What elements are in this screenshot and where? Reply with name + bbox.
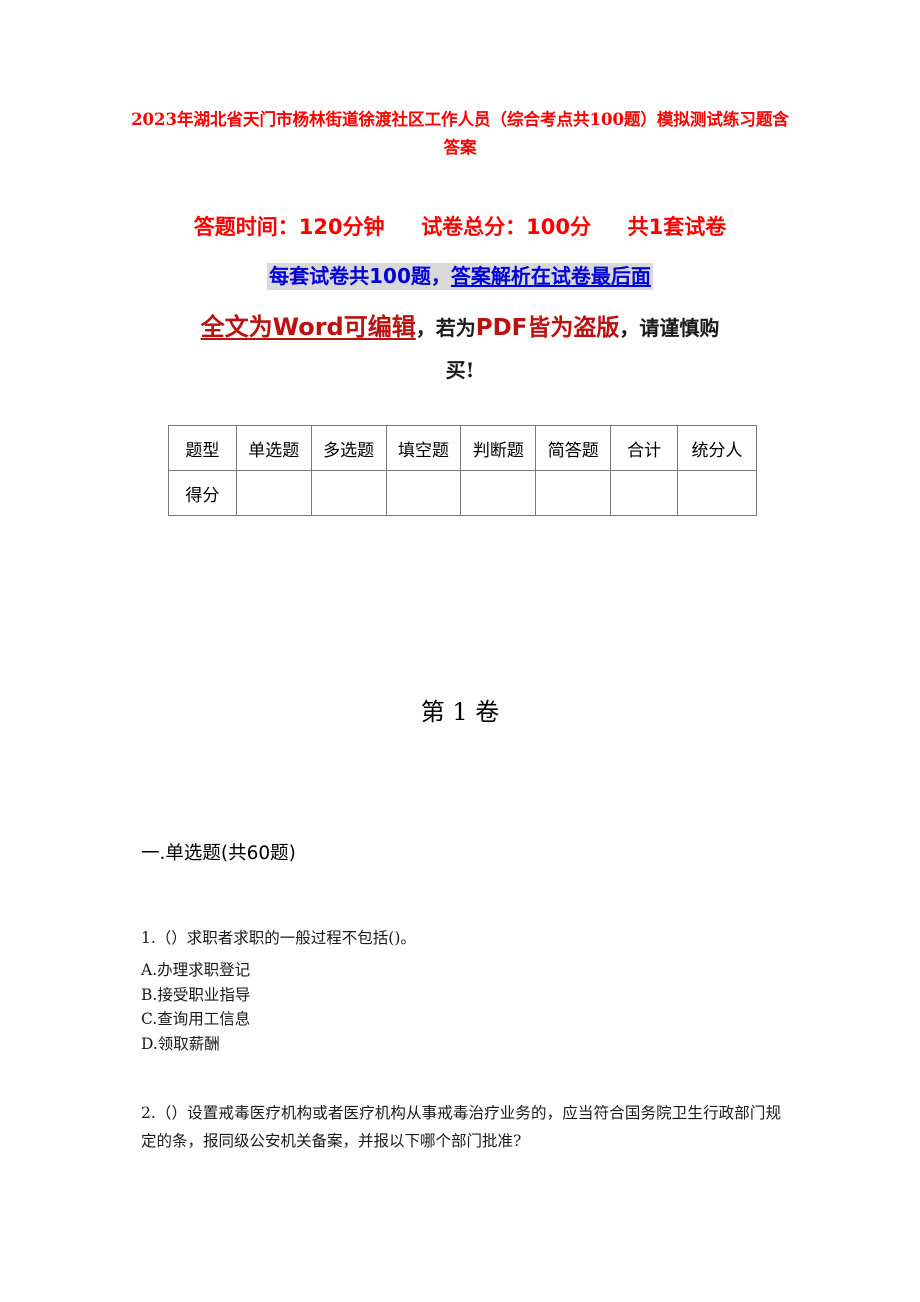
option-c[interactable]: C.查询用工信息 <box>141 1007 781 1032</box>
table-header-cell: 题型 <box>168 425 237 471</box>
table-header-cell: 填空题 <box>385 425 462 471</box>
format-notice-tail: ，请谨慎购 <box>619 316 720 340</box>
question-count-text: 每套试卷共100题， <box>269 264 451 288</box>
word-editable-notice: 全文为Word可编辑 <box>200 313 416 341</box>
document-page: 2023年湖北省天门市杨林街道徐渡社区工作人员（综合考点共100题）模拟测试练习… <box>0 0 920 1302</box>
score-cell[interactable] <box>310 470 387 516</box>
section-heading-single-choice: 一.单选题(共60题) <box>141 843 296 864</box>
pdf-piracy-notice: PDF皆为盗版 <box>475 315 620 341</box>
question-item: 2.（）设置戒毒医疗机构或者医疗机构从事戒毒治疗业务的，应当符合国务院卫生行政部… <box>141 1099 781 1155</box>
question-stem: 1.（）求职者求职的一般过程不包括()。 <box>141 929 416 947</box>
format-notice-last-line: 买! <box>445 358 475 382</box>
option-b[interactable]: B.接受职业指导 <box>141 983 781 1008</box>
table-row: 得分 <box>168 470 757 516</box>
question-stem: 2.（）设置戒毒医疗机构或者医疗机构从事戒毒治疗业务的，应当符合国务院卫生行政部… <box>141 1104 781 1150</box>
answer-analysis-link[interactable]: 答案解析在试卷最后面 <box>451 264 651 288</box>
page-title: 2023年湖北省天门市杨林街道徐渡社区工作人员（综合考点共100题）模拟测试练习… <box>131 110 789 157</box>
option-d[interactable]: D.领取薪酬 <box>141 1032 781 1057</box>
exam-duration: 答题时间：120分钟 <box>193 215 385 239</box>
score-cell[interactable] <box>460 470 537 516</box>
score-cell[interactable] <box>677 470 757 516</box>
score-cell[interactable] <box>535 470 612 516</box>
question-item: 1.（）求职者求职的一般过程不包括()。 A.办理求职登记 B.接受职业指导 C… <box>141 924 781 1056</box>
score-row-label: 得分 <box>168 470 237 516</box>
table-header-cell: 统分人 <box>677 425 757 471</box>
table-header-cell: 简答题 <box>535 425 612 471</box>
exam-info-line: 答题时间：120分钟 试卷总分：100分 共1套试卷 <box>110 212 810 242</box>
volume-heading: 第 1 卷 <box>420 698 500 726</box>
highlighted-note: 每套试卷共100题，答案解析在试卷最后面 <box>267 263 653 290</box>
table-header-cell: 判断题 <box>460 425 537 471</box>
format-notice-line: 全文为Word可编辑，若为PDF皆为盗版，请谨慎购 <box>110 309 810 353</box>
question-options: A.办理求职登记 B.接受职业指导 C.查询用工信息 D.领取薪酬 <box>141 958 781 1056</box>
table-header-cell: 多选题 <box>310 425 387 471</box>
format-notice-mid: ，若为 <box>415 316 476 340</box>
exam-total-score: 试卷总分：100分 <box>421 215 592 239</box>
table-row-header: 题型 单选题 多选题 填空题 判断题 简答题 合计 统分人 <box>168 425 757 471</box>
score-cell[interactable] <box>610 470 679 516</box>
table-header-cell: 单选题 <box>235 425 312 471</box>
answer-location-note: 每套试卷共100题，答案解析在试卷最后面 <box>110 262 810 290</box>
option-a[interactable]: A.办理求职登记 <box>141 958 781 983</box>
score-cell[interactable] <box>385 470 462 516</box>
score-table: 题型 单选题 多选题 填空题 判断题 简答题 合计 统分人 得分 <box>168 425 757 516</box>
exam-paper-count: 共1套试卷 <box>627 215 727 239</box>
score-cell[interactable] <box>235 470 312 516</box>
table-header-cell: 合计 <box>610 425 679 471</box>
